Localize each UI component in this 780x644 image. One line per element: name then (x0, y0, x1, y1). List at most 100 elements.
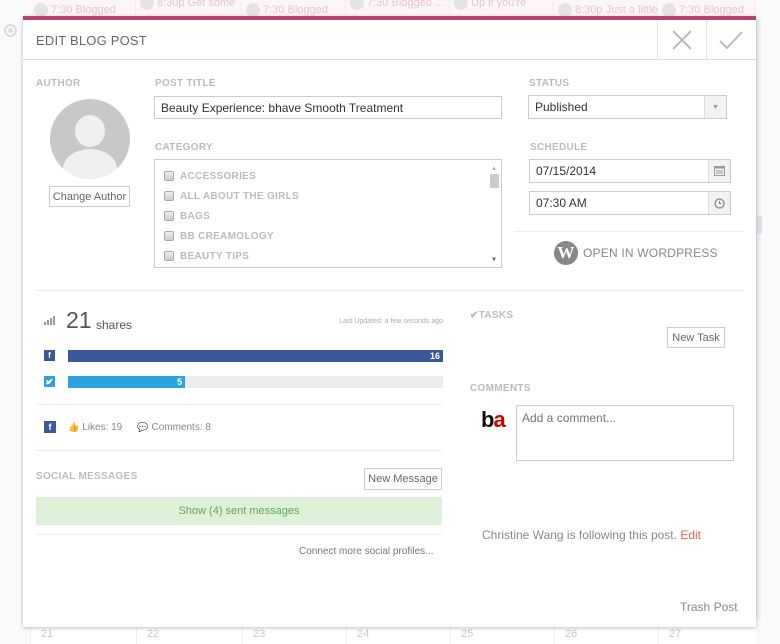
category-items: ACCESSORIES ALL ABOUT THE GIRLS BAGS BB … (155, 160, 501, 266)
event-text: Get some (187, 0, 236, 9)
chevron-down-icon[interactable]: ▼ (704, 96, 726, 118)
facebook-share-bar: 16 (68, 350, 443, 362)
checkbox[interactable] (164, 231, 174, 241)
wordpress-icon: W (554, 241, 578, 265)
category-name: ACCESSORIES (180, 170, 257, 182)
category-item[interactable]: BEAUTY TIPS (155, 246, 501, 266)
divider (514, 231, 744, 232)
avatar-icon (454, 0, 468, 10)
avatar-icon (558, 3, 572, 17)
event-text: Blogged ... (391, 0, 445, 9)
change-author-button[interactable]: Change Author (49, 186, 130, 207)
comment-bubble-icon: 💬 (137, 421, 149, 432)
calendar-event[interactable]: 7:30 Blogged (34, 3, 116, 17)
save-button[interactable] (706, 20, 754, 60)
category-list[interactable]: ACCESSORIES ALL ABOUT THE GIRLS BAGS BB … (154, 159, 502, 268)
new-task-button[interactable]: New Task (667, 327, 725, 348)
page-scrollbar[interactable] (756, 20, 762, 620)
category-name: BB CREAMOLOGY (180, 230, 274, 242)
checkbox[interactable] (164, 251, 174, 261)
check-icon (718, 31, 743, 50)
calendar-event[interactable]: 8:30p Just a little (558, 3, 658, 17)
modal-title: EDIT BLOG POST (36, 33, 147, 48)
divider (36, 404, 442, 405)
radio-icon[interactable] (4, 24, 17, 37)
calendar-day[interactable]: 21 (30, 626, 136, 644)
date-input[interactable]: 07/15/2014 (529, 159, 731, 183)
category-scrollbar[interactable]: ▲ ▼ (487, 160, 501, 267)
schedule-label: SCHEDULE (530, 142, 588, 153)
divider (36, 450, 442, 451)
facebook-stats: f 👍 Likes: 19 💬 Comments: 8 (44, 421, 226, 433)
close-button[interactable] (657, 20, 705, 60)
checkbox[interactable] (164, 191, 174, 201)
event-text: Just a little (605, 3, 658, 16)
calendar-day[interactable]: 27 (658, 626, 756, 644)
status-select[interactable]: Published ▼ (528, 95, 727, 119)
calendar-day[interactable]: 25 (450, 626, 554, 644)
scrollbar-thumb[interactable] (490, 174, 499, 188)
calendar-icon (714, 166, 725, 176)
comments-label: COMMENTS (470, 383, 531, 394)
post-title-input[interactable]: Beauty Experience: bhave Smooth Treatmen… (154, 96, 502, 119)
event-time: 7:30 (263, 3, 285, 16)
social-messages-label: SOCIAL MESSAGES (36, 471, 138, 482)
scroll-up-icon[interactable]: ▲ (491, 166, 497, 172)
calendar-day[interactable]: 22 (136, 626, 242, 644)
category-item[interactable]: ACCESSORIES (155, 166, 501, 186)
comment-input[interactable] (516, 405, 734, 461)
show-sent-messages-button[interactable]: Show (4) sent messages (36, 497, 442, 525)
calendar-event[interactable]: 7:30 Blogged (662, 3, 744, 17)
calendar-event[interactable]: Up if you're (454, 0, 526, 10)
event-text: Blogged (287, 3, 328, 16)
close-icon (671, 30, 692, 50)
signal-bars-icon (44, 316, 55, 325)
clock-icon (714, 197, 725, 209)
category-item[interactable]: ALL ABOUT THE GIRLS (155, 186, 501, 206)
calendar-event[interactable]: 7:30 Blogged ... (350, 0, 444, 10)
category-name: BEAUTY TIPS (180, 250, 250, 262)
new-message-button[interactable]: New Message (364, 468, 442, 490)
thumbs-up-icon: 👍 (68, 421, 80, 432)
scroll-down-icon[interactable]: ▼ (491, 257, 497, 263)
event-time: 7:30 (367, 0, 389, 9)
calendar-day[interactable]: 23 (242, 626, 346, 644)
likes-stat: 👍 Likes: 19 (68, 422, 122, 433)
avatar-icon (246, 3, 260, 17)
facebook-bar-fill: 16 (68, 350, 443, 362)
category-item[interactable]: BB CREAMOLOGY (155, 226, 501, 246)
following-text: Christine Wang is following this post. (482, 528, 677, 542)
calendar-day[interactable]: 26 (554, 626, 658, 644)
open-in-wordpress-link[interactable]: W OPEN IN WORDPRESS (554, 241, 718, 265)
category-item[interactable]: BAGS (155, 206, 501, 226)
event-time: 7:30 (679, 3, 701, 16)
calendar-event[interactable]: 8:30p Get some (140, 0, 235, 10)
checkbox[interactable] (164, 211, 174, 221)
comments-stat: 💬 Comments: 8 (137, 422, 211, 433)
section-divider (36, 290, 744, 291)
avatar-icon (662, 3, 676, 17)
avatar-icon (34, 3, 48, 17)
twitter-bar-fill: 5 (68, 376, 186, 388)
clock-icon-button[interactable] (708, 192, 730, 214)
event-time: 8:30p (575, 3, 603, 16)
time-input[interactable]: 07:30 AM (529, 191, 731, 215)
tasks-label: ✔TASKS (470, 310, 513, 321)
last-updated: Last Updated: a few seconds ago (339, 318, 443, 325)
facebook-icon: f (44, 350, 55, 361)
wordpress-label: OPEN IN WORDPRESS (583, 246, 718, 260)
edit-followers-link[interactable]: Edit (680, 528, 701, 542)
event-text: Blogged (703, 3, 744, 16)
scrollbar-thumb[interactable] (757, 216, 762, 234)
date-value: 07/15/2014 (536, 164, 597, 178)
author-label: AUTHOR (36, 78, 81, 89)
calendar-icon-button[interactable] (708, 160, 730, 182)
event-text: Blogged (75, 3, 116, 16)
connect-social-profiles-link[interactable]: Connect more social profiles... (299, 546, 434, 557)
checkbox[interactable] (164, 171, 174, 181)
twitter-icon (44, 376, 55, 387)
calendar-day[interactable]: 24 (346, 626, 450, 644)
calendar-event[interactable]: 7:30 Blogged (246, 3, 328, 17)
trash-post-button[interactable]: Trash Post (680, 600, 738, 614)
event-text: Up if you're (471, 0, 527, 9)
